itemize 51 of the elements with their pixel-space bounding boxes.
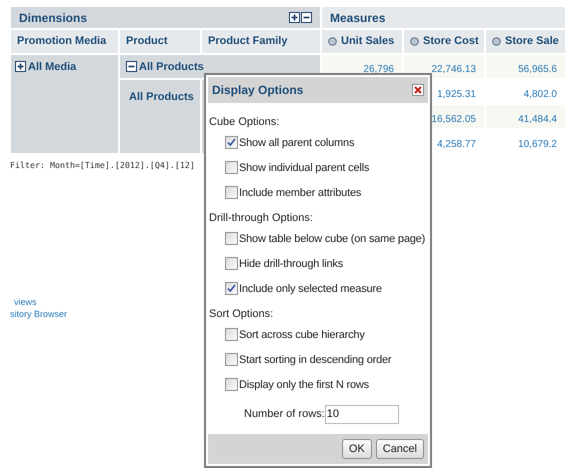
section-title: Sort Options: <box>209 307 274 322</box>
section-title: Cube Options: <box>209 115 280 130</box>
value-cell: 56,965.6 <box>486 55 565 78</box>
filter-text: Filter: Month=[Time].[2012].[Q4].[12] <box>10 159 195 172</box>
option-label[interactable]: Include member attributes <box>239 186 362 200</box>
checkbox[interactable] <box>225 282 238 295</box>
column-header[interactable]: Promotion Media <box>11 30 118 53</box>
checkbox[interactable] <box>225 186 238 199</box>
column-header[interactable]: Product <box>120 30 200 53</box>
value-cell: 22,746.13 <box>404 55 484 78</box>
checkbox[interactable] <box>225 328 238 341</box>
close-icon[interactable] <box>412 84 424 96</box>
checkbox[interactable] <box>225 136 238 149</box>
checkbox[interactable] <box>225 161 238 174</box>
option-label[interactable]: Sort across cube hierarchy <box>239 328 365 342</box>
dialog-button[interactable]: OK <box>342 439 372 459</box>
dialog-button[interactable]: Cancel <box>376 439 424 459</box>
link[interactable]: views <box>11 297 37 308</box>
member-label[interactable]: All Products <box>139 61 204 73</box>
option-label[interactable]: Hide drill-through links <box>239 257 344 271</box>
collapse-all-icon[interactable] <box>301 12 312 23</box>
checkbox[interactable] <box>225 353 238 366</box>
section-title: Drill-through Options: <box>209 211 313 226</box>
collapse-icon[interactable] <box>126 61 137 72</box>
measures-title: Measures <box>330 10 386 26</box>
option-label[interactable]: Display only the first N rows <box>239 378 369 392</box>
column-header[interactable]: Unit Sales <box>322 30 402 53</box>
link[interactable]: sitory Browser <box>10 309 68 320</box>
option-label[interactable]: Show all parent columns <box>239 136 354 150</box>
column-header[interactable]: Store Cost <box>404 30 484 53</box>
member-label[interactable]: All Media <box>28 61 76 73</box>
column-header[interactable]: Store Sale <box>486 30 565 53</box>
radio-icon <box>328 37 337 46</box>
expand-all-icon[interactable] <box>289 12 300 23</box>
option-label[interactable]: Include only selected measure <box>239 282 382 296</box>
checkbox[interactable] <box>225 378 238 391</box>
value-cell: 41,484.4 <box>486 105 565 128</box>
column-header[interactable]: Product Family <box>202 30 320 53</box>
checkbox[interactable] <box>225 257 238 270</box>
option-label[interactable]: Show table below cube (on same page) <box>239 232 426 246</box>
radio-icon <box>410 37 419 46</box>
expand-icon[interactable] <box>15 61 26 72</box>
member-label: All Products <box>129 91 194 103</box>
radio-icon <box>492 37 501 46</box>
number-field[interactable]: 10 <box>324 404 399 424</box>
option-label[interactable]: Show individual parent cells <box>239 161 370 175</box>
dialog-title: Display Options <box>212 82 304 99</box>
checkbox[interactable] <box>225 232 238 245</box>
option-label[interactable]: Start sorting in descending order <box>239 353 392 367</box>
field-label: Number of rows: <box>244 406 325 422</box>
dimensions-title: Dimensions <box>19 10 88 26</box>
